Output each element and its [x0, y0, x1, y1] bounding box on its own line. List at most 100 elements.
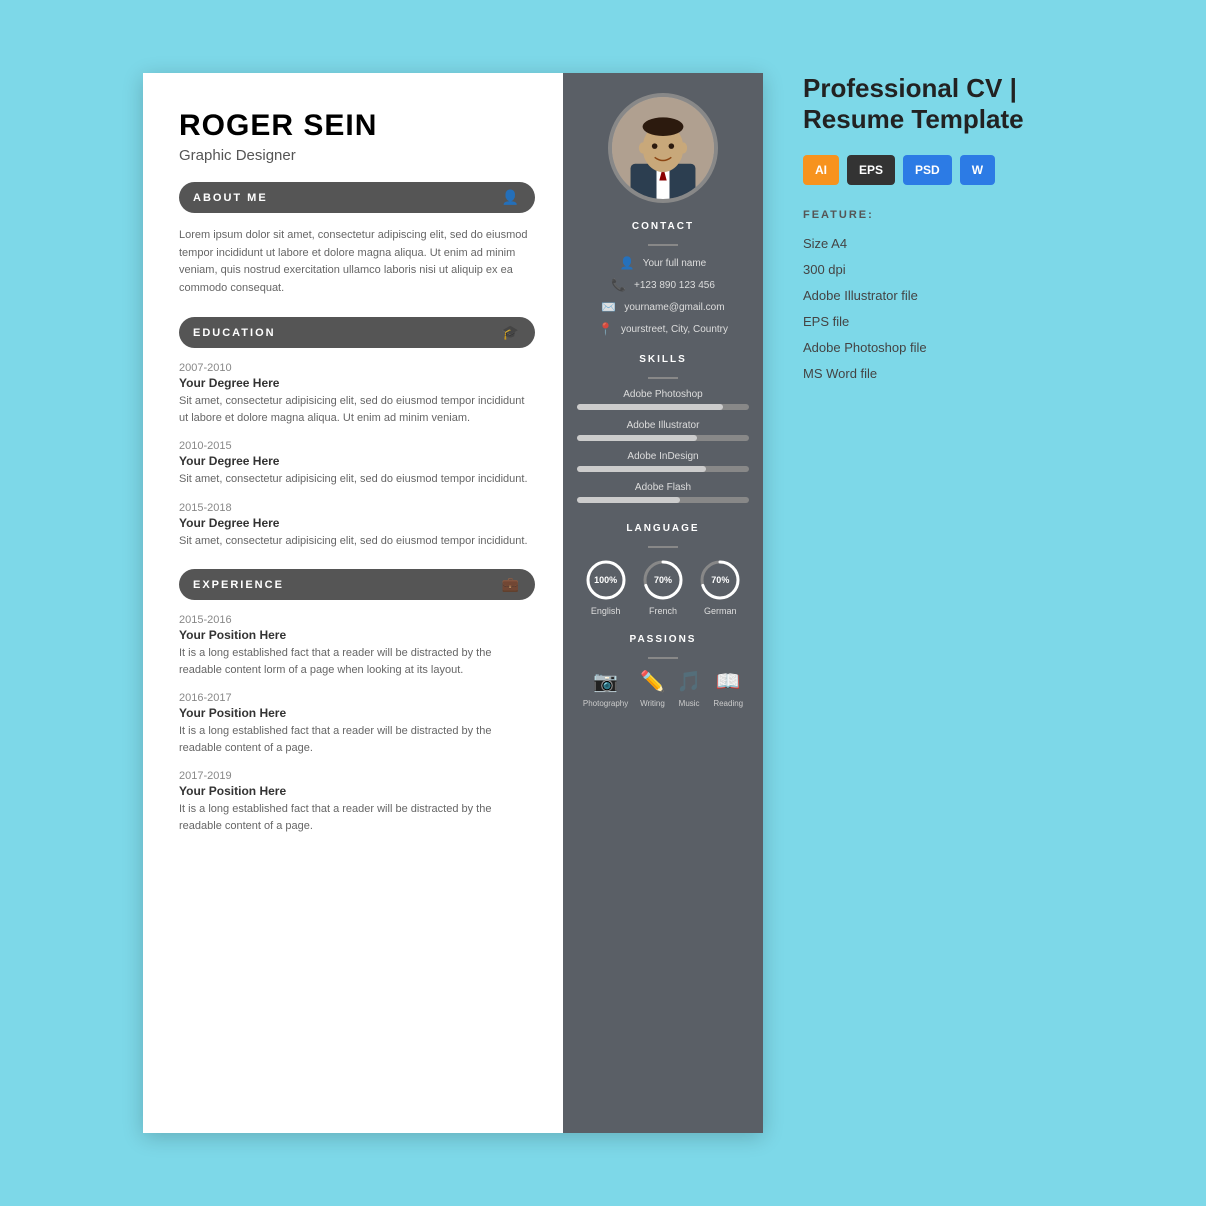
- music-icon: 🎵: [677, 669, 702, 694]
- education-section-header: EDUCATION 🎓: [179, 317, 535, 348]
- cv-name: ROGER SEIN: [179, 109, 535, 143]
- exp-entry-2: 2016-2017 Your Position Here It is a lon…: [179, 692, 535, 756]
- camera-icon: 📷: [593, 669, 618, 694]
- cv-title: Graphic Designer: [179, 147, 535, 164]
- skill-bar-bg-3: [577, 466, 749, 472]
- cv-first-name: ROGER: [179, 109, 303, 142]
- edu-desc-2: Sit amet, consectetur adipisicing elit, …: [179, 471, 535, 488]
- passion-music: 🎵 Music: [677, 669, 702, 708]
- contact-address-item: 📍 yourstreet, City, Country: [598, 322, 728, 336]
- lang-english-circle: 100%: [584, 558, 628, 602]
- exp-entry-1: 2015-2016 Your Position Here It is a lon…: [179, 614, 535, 678]
- passions-icons: 📷 Photography ✏️ Writing 🎵 Music 📖 Readi…: [577, 669, 749, 708]
- passions-heading: PASSIONS: [577, 634, 749, 645]
- badge-ai: AI: [803, 155, 839, 185]
- edu-desc-3: Sit amet, consectetur adipisicing elit, …: [179, 533, 535, 550]
- badge-w: W: [960, 155, 995, 185]
- skill-label-2: Adobe Illustrator: [577, 420, 749, 431]
- lang-german-pct: 70%: [711, 575, 729, 585]
- format-badges: AI EPS PSD W: [803, 155, 1063, 185]
- exp-desc-2: It is a long established fact that a rea…: [179, 723, 535, 756]
- exp-year-2: 2016-2017: [179, 692, 535, 704]
- language-circles: 100% English 70% French: [577, 558, 749, 616]
- contact-name: Your full name: [643, 258, 707, 269]
- skill-bar-fill-2: [577, 435, 697, 441]
- feature-item-3: Adobe Illustrator file: [803, 283, 1063, 309]
- about-heading: ABOUT ME: [193, 192, 268, 204]
- lang-english-pct: 100%: [594, 575, 617, 585]
- lang-english: 100% English: [584, 558, 628, 616]
- education-section: 2007-2010 Your Degree Here Sit amet, con…: [179, 362, 535, 549]
- language-heading: LANGUAGE: [577, 523, 749, 534]
- exp-year-1: 2015-2016: [179, 614, 535, 626]
- skills-section: SKILLS Adobe Photoshop Adobe Illustrator…: [577, 354, 749, 513]
- briefcase-icon: 💼: [502, 576, 521, 593]
- exp-desc-3: It is a long established fact that a rea…: [179, 801, 535, 834]
- skill-label-1: Adobe Photoshop: [577, 389, 749, 400]
- feature-item-5: Adobe Photoshop file: [803, 335, 1063, 361]
- feature-item-4: EPS file: [803, 309, 1063, 335]
- phone-icon: 📞: [611, 278, 626, 292]
- skills-divider: [648, 377, 678, 379]
- passion-writing-label: Writing: [640, 699, 665, 708]
- skills-heading: SKILLS: [577, 354, 749, 365]
- exp-entry-3: 2017-2019 Your Position Here It is a lon…: [179, 770, 535, 834]
- edu-entry-2: 2010-2015 Your Degree Here Sit amet, con…: [179, 440, 535, 488]
- location-icon: 📍: [598, 322, 613, 336]
- skill-bar-fill-4: [577, 497, 680, 503]
- edu-degree-2: Your Degree Here: [179, 454, 535, 468]
- cv-card: ROGER SEIN Graphic Designer ABOUT ME 👤 L…: [143, 73, 763, 1133]
- education-heading: EDUCATION: [193, 327, 276, 339]
- lang-german: 70% German: [698, 558, 742, 616]
- avatar: [608, 93, 718, 203]
- person-icon: 👤: [502, 189, 521, 206]
- contact-name-item: 👤 Your full name: [620, 256, 707, 270]
- exp-year-3: 2017-2019: [179, 770, 535, 782]
- contact-email: yourname@gmail.com: [624, 302, 724, 313]
- edu-desc-1: Sit amet, consectetur adipisicing elit, …: [179, 393, 535, 426]
- experience-section: 2015-2016 Your Position Here It is a lon…: [179, 614, 535, 834]
- pen-icon: ✏️: [640, 669, 665, 694]
- passion-reading-label: Reading: [713, 699, 743, 708]
- lang-french-circle: 70%: [641, 558, 685, 602]
- skill-label-3: Adobe InDesign: [577, 451, 749, 462]
- feature-item-6: MS Word file: [803, 361, 1063, 387]
- info-title: Professional CV | Resume Template: [803, 73, 1063, 135]
- cv-last-name: SEIN: [303, 109, 377, 142]
- info-panel: Professional CV | Resume Template AI EPS…: [803, 73, 1063, 387]
- passions-divider: [648, 657, 678, 659]
- lang-english-label: English: [591, 606, 621, 616]
- exp-desc-1: It is a long established fact that a rea…: [179, 645, 535, 678]
- lang-french-label: French: [649, 606, 677, 616]
- exp-position-2: Your Position Here: [179, 706, 535, 720]
- edu-year-1: 2007-2010: [179, 362, 535, 374]
- passion-photography-label: Photography: [583, 699, 628, 708]
- book-icon: 📖: [716, 669, 741, 694]
- person-contact-icon: 👤: [620, 256, 635, 270]
- about-section-header: ABOUT ME 👤: [179, 182, 535, 213]
- skill-label-4: Adobe Flash: [577, 482, 749, 493]
- skill-bar-bg-2: [577, 435, 749, 441]
- feature-list: Size A4 300 dpi Adobe Illustrator file E…: [803, 231, 1063, 387]
- passion-writing: ✏️ Writing: [640, 669, 665, 708]
- edu-year-3: 2015-2018: [179, 502, 535, 514]
- outer-container: ROGER SEIN Graphic Designer ABOUT ME 👤 L…: [143, 73, 1063, 1133]
- badge-eps: EPS: [847, 155, 895, 185]
- passions-section: PASSIONS 📷 Photography ✏️ Writing 🎵 Musi…: [577, 634, 749, 708]
- edu-entry-3: 2015-2018 Your Degree Here Sit amet, con…: [179, 502, 535, 550]
- edu-entry-1: 2007-2010 Your Degree Here Sit amet, con…: [179, 362, 535, 426]
- edu-degree-3: Your Degree Here: [179, 516, 535, 530]
- exp-position-1: Your Position Here: [179, 628, 535, 642]
- experience-heading: EXPERIENCE: [193, 579, 284, 591]
- lang-french: 70% French: [641, 558, 685, 616]
- contact-phone-item: 📞 +123 890 123 456: [611, 278, 715, 292]
- contact-phone: +123 890 123 456: [634, 280, 715, 291]
- language-section: LANGUAGE 100% English: [577, 523, 749, 624]
- exp-position-3: Your Position Here: [179, 784, 535, 798]
- feature-item-2: 300 dpi: [803, 257, 1063, 283]
- contact-email-item: ✉️ yourname@gmail.com: [601, 300, 724, 314]
- language-divider: [648, 546, 678, 548]
- about-text: Lorem ipsum dolor sit amet, consectetur …: [179, 227, 535, 297]
- lang-french-pct: 70%: [654, 575, 672, 585]
- contact-address: yourstreet, City, Country: [621, 324, 728, 335]
